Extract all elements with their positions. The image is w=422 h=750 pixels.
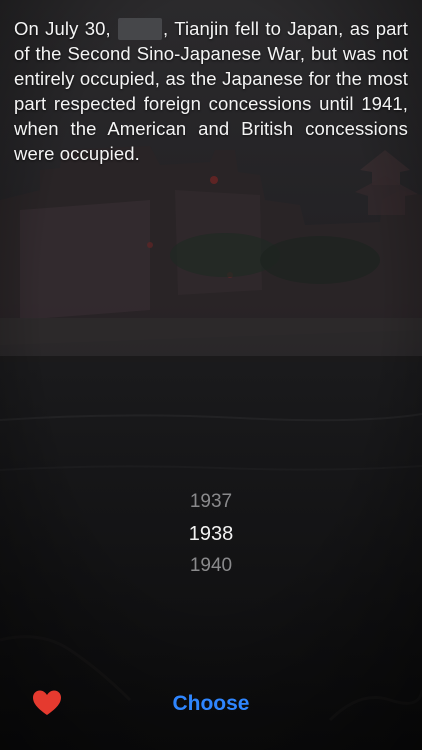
year-option-1940[interactable]: 1940 <box>0 550 422 582</box>
year-option-1938-selected[interactable]: 1938 <box>0 518 422 550</box>
heart-icon[interactable] <box>32 689 62 717</box>
year-blank <box>118 18 163 40</box>
question-text: On July 30, , Tianjin fell to Japan, as … <box>14 16 408 166</box>
question-text-before: On July 30, <box>14 18 118 39</box>
question-text-after: , Tianjin fell to Japan, as part of the … <box>14 18 408 164</box>
year-picker[interactable]: 1937 1938 1940 <box>0 486 422 582</box>
choose-button[interactable]: Choose <box>150 690 272 718</box>
quiz-screen: On July 30, , Tianjin fell to Japan, as … <box>0 0 422 750</box>
year-option-1937[interactable]: 1937 <box>0 486 422 518</box>
